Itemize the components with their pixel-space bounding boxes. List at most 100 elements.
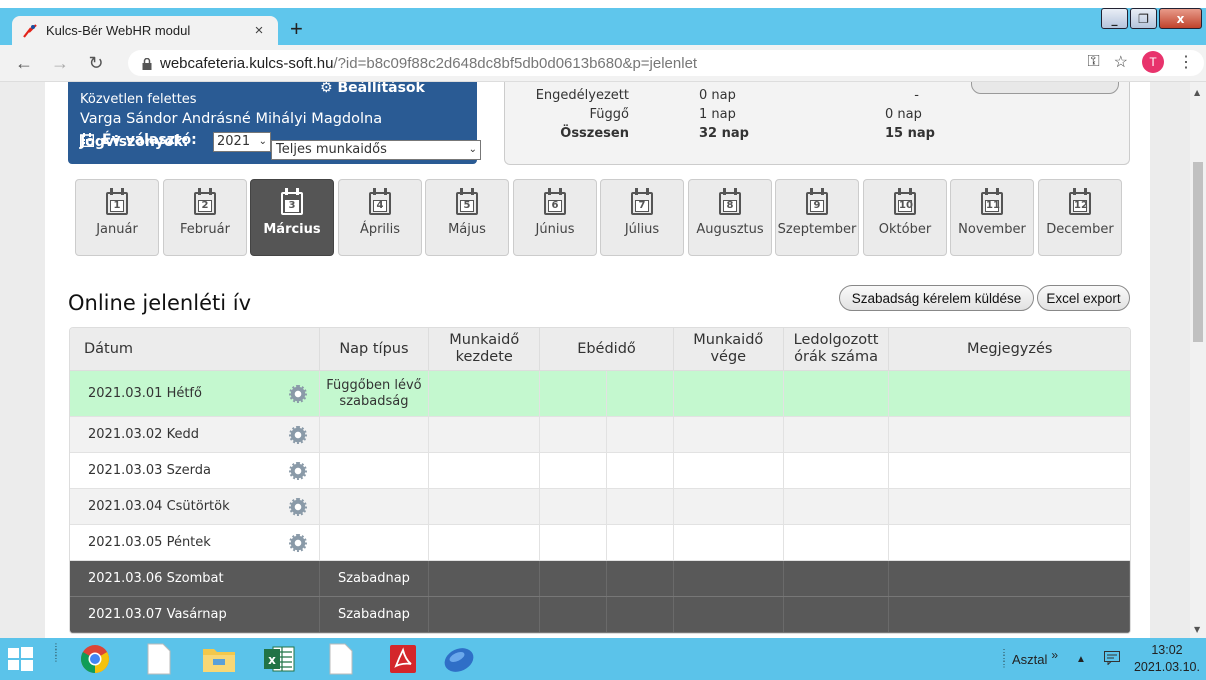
cell-empty[interactable] [429, 453, 541, 488]
col-start-header[interactable]: Munkaidő kezdete [429, 328, 541, 370]
cell-empty[interactable] [540, 453, 607, 488]
gear-icon[interactable] [288, 425, 307, 444]
file-explorer-taskbar-icon[interactable] [196, 641, 242, 677]
month-button-12[interactable]: 12 December [1038, 179, 1122, 256]
menu-kebab-icon[interactable]: ⋮ [1178, 52, 1194, 72]
show-hidden-icons-icon[interactable]: ▲ [1076, 654, 1086, 665]
browser-tab[interactable]: Kulcs-Bér WebHR modul × [12, 16, 278, 45]
vertical-scrollbar[interactable]: ▲ ▼ [1190, 82, 1206, 638]
cell-empty[interactable] [784, 371, 890, 416]
col-daytype-header[interactable]: Nap típus [320, 328, 430, 370]
cell-empty[interactable] [429, 561, 541, 596]
cell-empty[interactable] [784, 525, 890, 560]
back-arrow-icon[interactable]: ← [14, 53, 34, 73]
chrome-taskbar-icon[interactable] [72, 641, 118, 677]
cell-empty[interactable] [889, 597, 1130, 632]
forward-arrow-icon[interactable]: → [50, 53, 70, 73]
cell-empty[interactable] [429, 597, 541, 632]
taskbar-clock[interactable]: 13:02 2021.03.10. [1134, 642, 1200, 676]
cell-empty[interactable] [607, 489, 674, 524]
cell-empty[interactable] [540, 525, 607, 560]
acrobat-taskbar-icon[interactable] [380, 641, 426, 677]
excel-export-button[interactable]: Excel export [1037, 285, 1130, 311]
cell-empty[interactable] [429, 371, 541, 416]
cell-empty[interactable] [674, 417, 784, 452]
new-tab-button[interactable]: + [290, 18, 303, 40]
col-end-header[interactable]: Munkaidő vége [674, 328, 784, 370]
send-leave-request-button[interactable]: Szabadság kérelem küldése [839, 285, 1034, 311]
reload-icon[interactable]: ↻ [86, 53, 106, 73]
cell-empty[interactable] [540, 561, 607, 596]
cell-empty[interactable] [674, 489, 784, 524]
employment-type-select[interactable]: Teljes munkaidős ⌄ [271, 140, 481, 160]
col-date-header[interactable]: Dátum [70, 328, 320, 370]
table-row[interactable]: 2021.03.03 Szerda [70, 453, 1130, 489]
cell-empty[interactable] [607, 371, 674, 416]
gear-icon[interactable] [288, 384, 307, 403]
cell-empty[interactable] [429, 489, 541, 524]
cell-empty[interactable] [674, 371, 784, 416]
scroll-up-icon[interactable]: ▲ [1194, 88, 1200, 97]
cell-empty[interactable] [429, 525, 541, 560]
month-button-3[interactable]: 3 Március [250, 179, 334, 256]
bookmark-star-icon[interactable]: ☆ [1114, 52, 1128, 72]
cell-empty[interactable] [889, 417, 1130, 452]
cell-empty[interactable] [674, 525, 784, 560]
settings-link[interactable]: ⚙ Beállítások [320, 82, 425, 96]
cell-empty[interactable] [784, 417, 890, 452]
col-note-header[interactable]: Megjegyzés [889, 328, 1130, 370]
cell-empty[interactable] [784, 489, 890, 524]
excel-taskbar-icon[interactable]: x [256, 641, 302, 677]
month-button-10[interactable]: 10 Október [863, 179, 947, 256]
cell-empty[interactable] [607, 525, 674, 560]
month-button-9[interactable]: 9 Szeptember [775, 179, 859, 256]
cell-empty[interactable] [607, 597, 674, 632]
cell-empty[interactable] [889, 561, 1130, 596]
windows-start-icon[interactable] [8, 647, 34, 671]
cell-empty[interactable] [674, 597, 784, 632]
table-row[interactable]: 2021.03.06 Szombat Szabadnap [70, 561, 1130, 597]
restore-button[interactable]: ❐ [1130, 8, 1157, 29]
year-select[interactable]: 2021 ⌄ [213, 132, 271, 152]
toolbar-chevron[interactable]: » [1051, 648, 1058, 662]
blank-document-taskbar-icon[interactable] [318, 641, 364, 677]
blank-document-taskbar-icon[interactable] [136, 641, 182, 677]
blue-app-taskbar-icon[interactable] [436, 641, 482, 677]
cell-empty[interactable] [607, 561, 674, 596]
cell-empty[interactable] [540, 371, 607, 416]
month-button-1[interactable]: 1 Január [75, 179, 159, 256]
cell-empty[interactable] [784, 561, 890, 596]
cell-empty[interactable] [784, 453, 890, 488]
month-button-8[interactable]: 8 Augusztus [688, 179, 772, 256]
key-icon[interactable]: ⚿ [1087, 53, 1099, 71]
table-row[interactable]: 2021.03.07 Vasárnap Szabadnap [70, 597, 1130, 633]
cell-empty[interactable] [674, 453, 784, 488]
cell-empty[interactable] [674, 561, 784, 596]
gear-icon[interactable] [288, 533, 307, 552]
cell-empty[interactable] [540, 597, 607, 632]
col-hours-header[interactable]: Ledolgozott órák száma [784, 328, 890, 370]
scroll-down-icon[interactable]: ▼ [1194, 625, 1200, 634]
cell-empty[interactable] [889, 453, 1130, 488]
tab-close-button[interactable]: × [250, 22, 268, 39]
month-button-2[interactable]: 2 Február [163, 179, 247, 256]
month-button-11[interactable]: 11 November [950, 179, 1034, 256]
cell-empty[interactable] [607, 417, 674, 452]
gear-icon[interactable] [288, 461, 307, 480]
month-button-4[interactable]: 4 Április [338, 179, 422, 256]
notification-icon[interactable] [1103, 650, 1120, 668]
profile-avatar[interactable]: T [1142, 51, 1164, 73]
cell-empty[interactable] [889, 525, 1130, 560]
month-button-6[interactable]: 6 Június [513, 179, 597, 256]
close-window-button[interactable]: x [1159, 8, 1202, 29]
cell-empty[interactable] [540, 417, 607, 452]
cell-empty[interactable] [607, 453, 674, 488]
desktop-toolbar-label[interactable]: Asztal [1012, 652, 1047, 667]
month-button-5[interactable]: 5 Május [425, 179, 509, 256]
col-lunch-header[interactable]: Ebédidő [540, 328, 674, 370]
gear-icon[interactable] [288, 497, 307, 516]
month-button-7[interactable]: 7 Július [600, 179, 684, 256]
minimize-button[interactable]: _ [1101, 8, 1128, 29]
table-row[interactable]: 2021.03.01 Hétfő Függőben lévő szabadság [70, 371, 1130, 417]
cell-empty[interactable] [889, 489, 1130, 524]
